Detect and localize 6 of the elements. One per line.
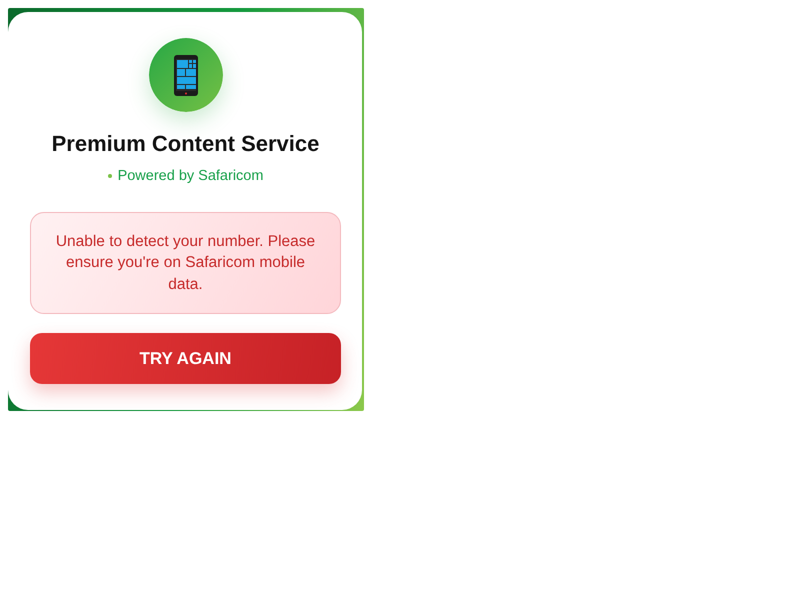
dot-icon [108, 174, 112, 178]
try-again-button[interactable]: TRY AGAIN [30, 333, 341, 384]
powered-by-text: Powered by Safaricom [118, 167, 264, 185]
service-title: Premium Content Service [52, 131, 320, 157]
error-message: Unable to detect your number. Please ensure you're on Safaricom mobile data. [30, 212, 341, 314]
phone-icon [148, 38, 222, 112]
